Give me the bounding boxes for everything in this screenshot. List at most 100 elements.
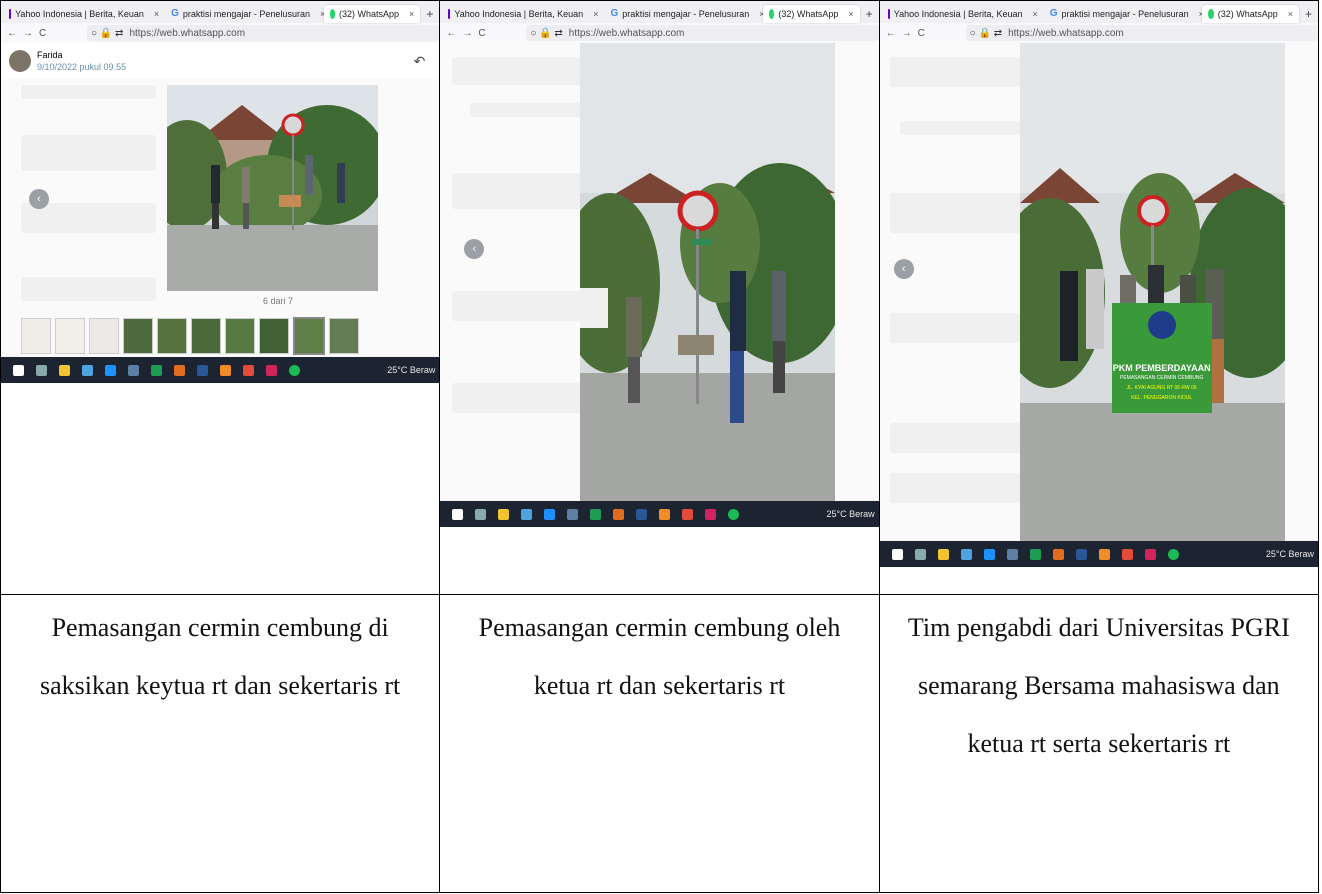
excel-icon[interactable] <box>590 508 602 520</box>
chrome-icon[interactable] <box>682 508 694 520</box>
tab-label: praktisi mengajar - Penelusuran <box>622 9 750 19</box>
tab-close-icon[interactable]: × <box>848 9 853 19</box>
mail-icon[interactable] <box>544 508 556 520</box>
thumbnail[interactable] <box>123 318 153 354</box>
previous-arrow-icon[interactable]: ‹ <box>893 259 914 279</box>
weather-widget[interactable]: 25°C Beraw <box>1266 549 1318 559</box>
chat-ghost <box>889 313 1030 343</box>
thumbnail[interactable] <box>225 318 255 354</box>
google-favicon-icon: G <box>1049 8 1058 19</box>
weather-widget[interactable]: 25°C Beraw <box>827 509 879 519</box>
task-view-icon[interactable] <box>36 364 47 376</box>
chat-ghost <box>889 193 1030 233</box>
weather-widget[interactable]: 25°C Beraw <box>387 365 439 375</box>
nav-buttons-icon[interactable]: ←→C <box>880 28 965 39</box>
reply-icon[interactable]: ↶ <box>414 53 426 70</box>
thumbnail[interactable] <box>21 318 51 354</box>
tab-close-icon[interactable]: × <box>593 9 598 19</box>
chrome-icon[interactable] <box>243 364 254 376</box>
thumbnail[interactable] <box>157 318 187 354</box>
tab-yahoo[interactable]: Yahoo Indonesia | Berita, Keuan × <box>442 5 604 23</box>
photos-icon[interactable] <box>567 508 579 520</box>
url-field[interactable]: ○ 🔒 ⇄ https://web.whatsapp.com <box>965 25 1318 41</box>
previous-arrow-icon[interactable]: ‹ <box>464 239 485 259</box>
tab-close-icon[interactable]: × <box>409 9 414 19</box>
task-view-icon[interactable] <box>914 548 926 560</box>
chrome-icon[interactable] <box>1121 548 1133 560</box>
firefox-active-icon[interactable] <box>659 508 671 520</box>
word-icon[interactable] <box>1075 548 1087 560</box>
thumbnail[interactable] <box>329 318 359 354</box>
tab-yahoo[interactable]: Yahoo Indonesia | Berita, Keuan × <box>882 5 1044 23</box>
new-tab-button[interactable]: + <box>420 5 439 23</box>
store-icon[interactable] <box>521 508 533 520</box>
tab-google[interactable]: Gpraktisi mengajar - Penelusuran× <box>604 5 762 23</box>
spotify-icon[interactable] <box>289 364 300 376</box>
thumbnail[interactable] <box>89 318 119 354</box>
media-photo <box>580 43 836 501</box>
tab-google[interactable]: Gpraktisi mengajar - Penelusuran× <box>165 5 323 23</box>
tab-google[interactable]: Gpraktisi mengajar - Penelusuran× <box>1044 5 1202 23</box>
app-icon[interactable] <box>1144 548 1156 560</box>
thumbnail-selected[interactable] <box>293 317 325 355</box>
excel-icon[interactable] <box>1029 548 1041 560</box>
file-explorer-icon[interactable] <box>498 508 510 520</box>
tab-yahoo[interactable]: Yahoo Indonesia | Berita, Keuan × <box>3 5 165 23</box>
url-field[interactable]: ○ 🔒 ⇄ https://web.whatsapp.com <box>526 25 879 41</box>
store-icon[interactable] <box>82 364 93 376</box>
thumbnail[interactable] <box>259 318 289 354</box>
windows-start-icon[interactable] <box>891 548 903 560</box>
chat-ghost <box>452 173 583 209</box>
windows-taskbar: 25°C Beraw <box>1 357 439 383</box>
excel-icon[interactable] <box>151 364 162 376</box>
street-photo <box>167 85 378 291</box>
tab-whatsapp[interactable]: (32) WhatsApp × <box>1202 5 1299 23</box>
store-icon[interactable] <box>960 548 972 560</box>
app-icon[interactable] <box>266 364 277 376</box>
file-explorer-icon[interactable] <box>59 364 70 376</box>
new-tab-button[interactable]: + <box>1299 5 1317 23</box>
url-field[interactable]: ○ 🔒 ⇄ https://web.whatsapp.com <box>87 25 439 41</box>
new-tab-button[interactable]: + <box>860 5 879 23</box>
tab-whatsapp[interactable]: (32) WhatsApp × <box>323 5 421 23</box>
media-counter: 6 dari 7 <box>263 296 294 306</box>
nav-buttons-icon[interactable]: ←→C <box>441 28 526 39</box>
spotify-icon[interactable] <box>1167 548 1179 560</box>
task-view-icon[interactable] <box>475 508 487 520</box>
tab-whatsapp[interactable]: (32) WhatsApp × <box>762 5 860 23</box>
firefox-icon[interactable] <box>174 364 185 376</box>
file-explorer-icon[interactable] <box>937 548 949 560</box>
banner-line2: PEMASANGAN CERMIN CEMBUNG <box>1119 375 1204 381</box>
thumbnail[interactable] <box>55 318 85 354</box>
firefox-icon[interactable] <box>613 508 625 520</box>
word-icon[interactable] <box>636 508 648 520</box>
sender-time: 9/10/2022 pukul 09.55 <box>37 62 127 72</box>
screenshot-panel-1: Yahoo Indonesia | Berita, Keuan × Gprakti… <box>1 1 439 401</box>
tab-label: (32) WhatsApp <box>778 9 839 19</box>
yahoo-favicon-icon <box>9 9 12 19</box>
windows-taskbar: 25°C Beraw <box>880 541 1318 567</box>
tab-label: praktisi mengajar - Penelusuran <box>1061 9 1189 19</box>
tab-label: (32) WhatsApp <box>339 9 400 19</box>
photos-icon[interactable] <box>128 364 139 376</box>
tab-close-icon[interactable]: × <box>154 9 159 19</box>
previous-arrow-icon[interactable]: ‹ <box>29 189 49 209</box>
nav-buttons-icon[interactable]: ←→C <box>2 28 87 39</box>
firefox-active-icon[interactable] <box>220 364 231 376</box>
word-icon[interactable] <box>197 364 208 376</box>
tab-close-icon[interactable]: × <box>320 9 324 19</box>
windows-start-icon[interactable] <box>452 508 464 520</box>
firefox-active-icon[interactable] <box>1098 548 1110 560</box>
banner-line3: JL. KYAI AGUNG RT 06 RW 05 <box>1126 385 1197 391</box>
tab-close-icon[interactable]: × <box>1033 9 1038 19</box>
mail-icon[interactable] <box>105 364 116 376</box>
photos-icon[interactable] <box>1006 548 1018 560</box>
thumbnail[interactable] <box>191 318 221 354</box>
mail-icon[interactable] <box>983 548 995 560</box>
firefox-icon[interactable] <box>1052 548 1064 560</box>
spotify-icon[interactable] <box>728 508 740 520</box>
app-icon[interactable] <box>705 508 717 520</box>
whatsapp-favicon-icon <box>329 9 336 19</box>
tab-close-icon[interactable]: × <box>1288 9 1293 19</box>
windows-start-icon[interactable] <box>13 364 24 376</box>
